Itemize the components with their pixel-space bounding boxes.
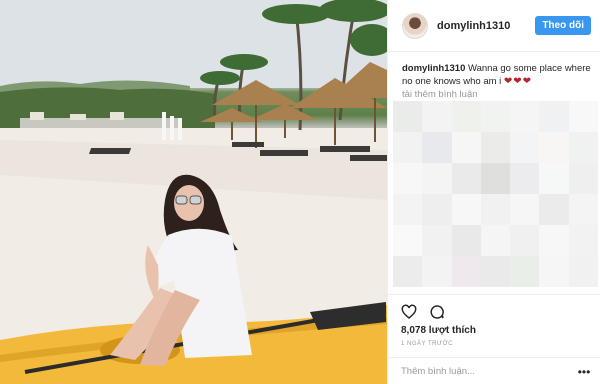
comment-icon[interactable] bbox=[429, 304, 445, 320]
username-link[interactable]: domylinh1310 bbox=[437, 20, 535, 32]
add-comment-area: ••• bbox=[388, 357, 600, 384]
post-time: 1 NGÀY TRƯỚC bbox=[401, 341, 454, 347]
like-count[interactable]: 8,078 lượt thích bbox=[401, 325, 476, 336]
beach-photo-illustration bbox=[0, 0, 387, 384]
more-options-icon[interactable]: ••• bbox=[577, 366, 591, 378]
post-actions: 8,078 lượt thích 1 NGÀY TRƯỚC ••• bbox=[388, 294, 600, 384]
caption: domylinh1310 Wanna go some place where n… bbox=[402, 62, 592, 88]
post-header: domylinh1310 Theo dõi bbox=[388, 0, 600, 52]
heart-icon[interactable] bbox=[401, 304, 417, 320]
caption-username[interactable]: domylinh1310 bbox=[402, 63, 465, 74]
load-more-comments-link[interactable]: tải thêm bình luận bbox=[402, 89, 478, 100]
pixelated-comments bbox=[393, 101, 598, 287]
comment-input[interactable] bbox=[401, 366, 577, 377]
follow-button[interactable]: Theo dõi bbox=[535, 16, 591, 35]
avatar[interactable] bbox=[402, 12, 428, 39]
post-photo[interactable] bbox=[0, 0, 387, 384]
post-side-panel: domylinh1310 Theo dõi domylinh1310 Wanna… bbox=[387, 0, 600, 384]
caption-emoji: ❤❤❤ bbox=[503, 76, 533, 87]
action-icons bbox=[401, 304, 445, 320]
